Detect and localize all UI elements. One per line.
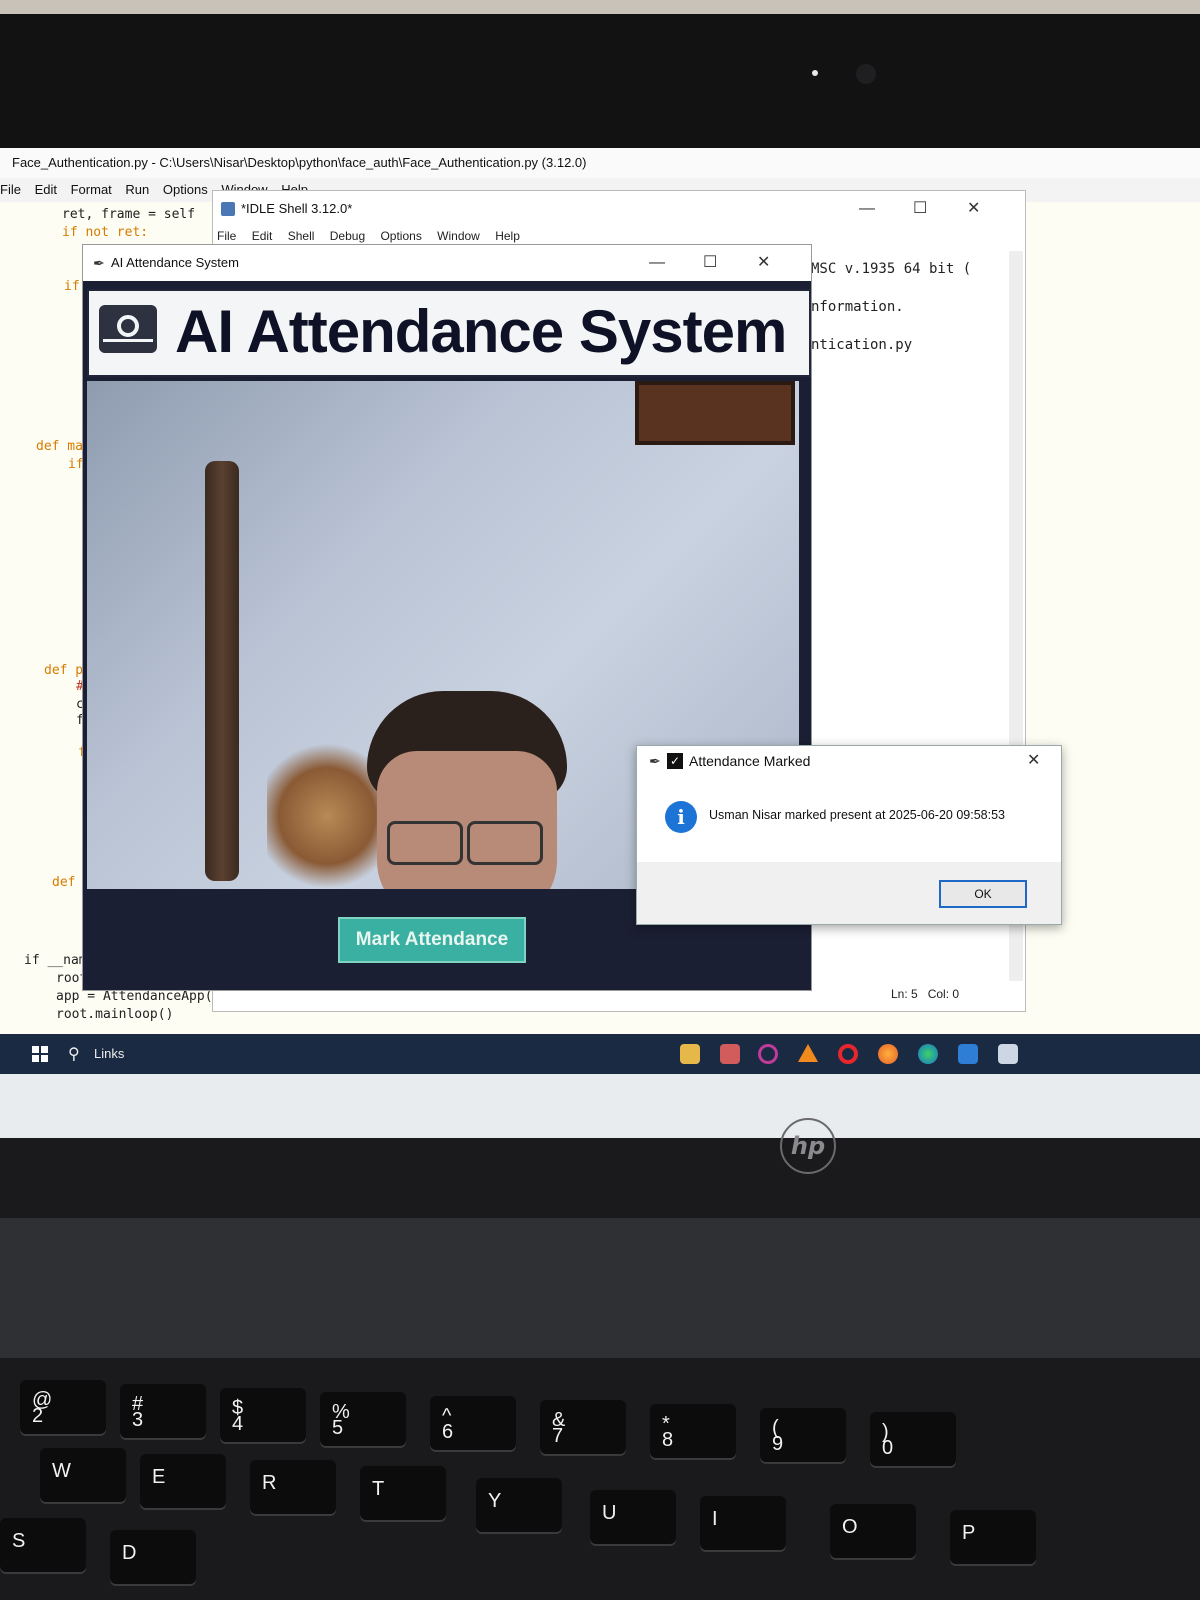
key-o: O [830,1504,916,1558]
laptop-screen: Face_Authentication.py - C:\Users\Nisar\… [0,148,1200,1138]
menu-run[interactable]: Run [125,182,149,197]
key-s: S [0,1518,86,1572]
laptop-hinge-area [0,1218,1200,1358]
key-2: @ 2 [20,1380,106,1434]
close-icon[interactable]: ✕ [967,191,980,227]
editor-title-bar: Face_Authentication.py - C:\Users\Nisar\… [0,148,1200,178]
camera-icon [99,305,157,353]
key-e: E [140,1454,226,1508]
minimize-icon[interactable]: — [859,191,875,227]
search-icon[interactable]: ⚲ [68,1044,80,1064]
vscode-icon[interactable] [958,1044,978,1064]
shell-menu-help[interactable]: Help [495,229,520,243]
key-8: * 8 [650,1404,736,1458]
opera-gx-icon[interactable] [758,1044,778,1064]
shell-status-bar: Ln: 5 Col: 0 [891,987,960,1001]
file-explorer-icon[interactable] [680,1044,700,1064]
edge-icon[interactable] [918,1044,938,1064]
dialog-title-bar: ✒ ✓ Attendance Marked ✕ [637,746,1061,776]
webcam-lens [856,64,876,84]
menu-file[interactable]: File [0,182,21,197]
app-window-title: AI Attendance System [111,255,239,270]
key-y: Y [476,1478,562,1532]
shell-output-line: ntication.py [811,337,913,353]
key-4: $ 4 [220,1388,306,1442]
key-w: W [40,1448,126,1502]
idle-icon [221,202,235,216]
minimize-icon[interactable]: — [649,245,665,281]
code-line: def ma [36,439,83,454]
code-line: if [64,279,80,294]
key-d: D [110,1530,196,1584]
key-9: ( 9 [760,1408,846,1462]
windows-taskbar: ⚲ Links [0,1034,1200,1074]
app-header-title: AI Attendance System [175,298,787,365]
vlc-icon[interactable] [798,1044,818,1062]
code-line: def [52,875,76,890]
key-5: % 5 [320,1392,406,1446]
menu-format[interactable]: Format [71,182,112,197]
person-in-frame [347,691,567,921]
ok-button[interactable]: OK [939,880,1027,908]
dialog-title: Attendance Marked [689,753,811,769]
menu-edit[interactable]: Edit [35,182,57,197]
mark-attendance-button[interactable]: Mark Attendance [338,917,526,963]
laptop-bezel [0,14,1200,149]
key-3: # 3 [120,1384,206,1438]
code-line: ret, frame = self [62,207,196,222]
shell-title-bar: *IDLE Shell 3.12.0* — ☐ ✕ [213,191,1025,227]
shell-menu-debug[interactable]: Debug [330,229,365,243]
camera-indicator-light [812,70,818,76]
laptop-keyboard: hp @ 2 # 3 $ 4 % 5 ^ 6 & 7 * 8 ( 9 ) 0 W… [0,1118,1200,1600]
maximize-icon[interactable]: ☐ [913,191,927,227]
idle-icon[interactable] [998,1044,1018,1064]
attendance-marked-dialog: ✒ ✓ Attendance Marked ✕ i Usman Nisar ma… [636,745,1062,925]
app-header-banner: AI Attendance System [87,289,811,377]
wall-picture [635,381,795,445]
code-line: if not ret: [62,225,149,240]
hp-logo: hp [780,1118,836,1174]
key-r: R [250,1460,336,1514]
app-icon[interactable] [720,1044,740,1064]
key-7: & 7 [540,1400,626,1454]
shell-menu-options[interactable]: Options [380,229,421,243]
key-0: ) 0 [870,1412,956,1466]
key-t: T [360,1466,446,1520]
key-i: I [700,1496,786,1550]
shell-menu-file[interactable]: File [217,229,236,243]
maximize-icon[interactable]: ☐ [703,245,717,281]
shell-menu-shell[interactable]: Shell [288,229,315,243]
code-line: root.mainloop() [56,1007,174,1022]
shell-title: *IDLE Shell 3.12.0* [241,201,353,216]
wall-stain [205,461,239,881]
key-u: U [590,1490,676,1544]
shell-menu-window[interactable]: Window [437,229,480,243]
checkbox-icon: ✓ [667,753,683,769]
background-wall [0,0,1200,14]
dialog-body: i Usman Nisar marked present at 2025-06-… [637,776,1061,862]
editor-title: Face_Authentication.py - C:\Users\Nisar\… [12,155,587,170]
dialog-message: Usman Nisar marked present at 2025-06-20… [709,808,1005,822]
feather-icon: ✒ [93,255,105,271]
key-6: ^ 6 [430,1396,516,1450]
shell-output-line: MSC v.1935 64 bit ( [811,261,972,277]
taskbar-search-label[interactable]: Links [94,1046,124,1061]
opera-icon[interactable] [838,1044,858,1064]
info-icon: i [665,801,697,833]
shell-menu-edit[interactable]: Edit [252,229,273,243]
windows-start-icon[interactable] [32,1046,48,1062]
feather-icon: ✒ [649,753,661,769]
key-p: P [950,1510,1036,1564]
dialog-footer: OK [637,862,1061,924]
menu-options[interactable]: Options [163,182,208,197]
firefox-icon[interactable] [878,1044,898,1064]
app-title-bar: ✒ AI Attendance System — ☐ ✕ [83,245,811,281]
shell-menu-bar: File Edit Shell Debug Options Window Hel… [213,227,1025,245]
shell-output-line: nformation. [811,299,904,315]
close-icon[interactable]: ✕ [757,245,770,281]
close-icon[interactable]: ✕ [1027,746,1040,776]
